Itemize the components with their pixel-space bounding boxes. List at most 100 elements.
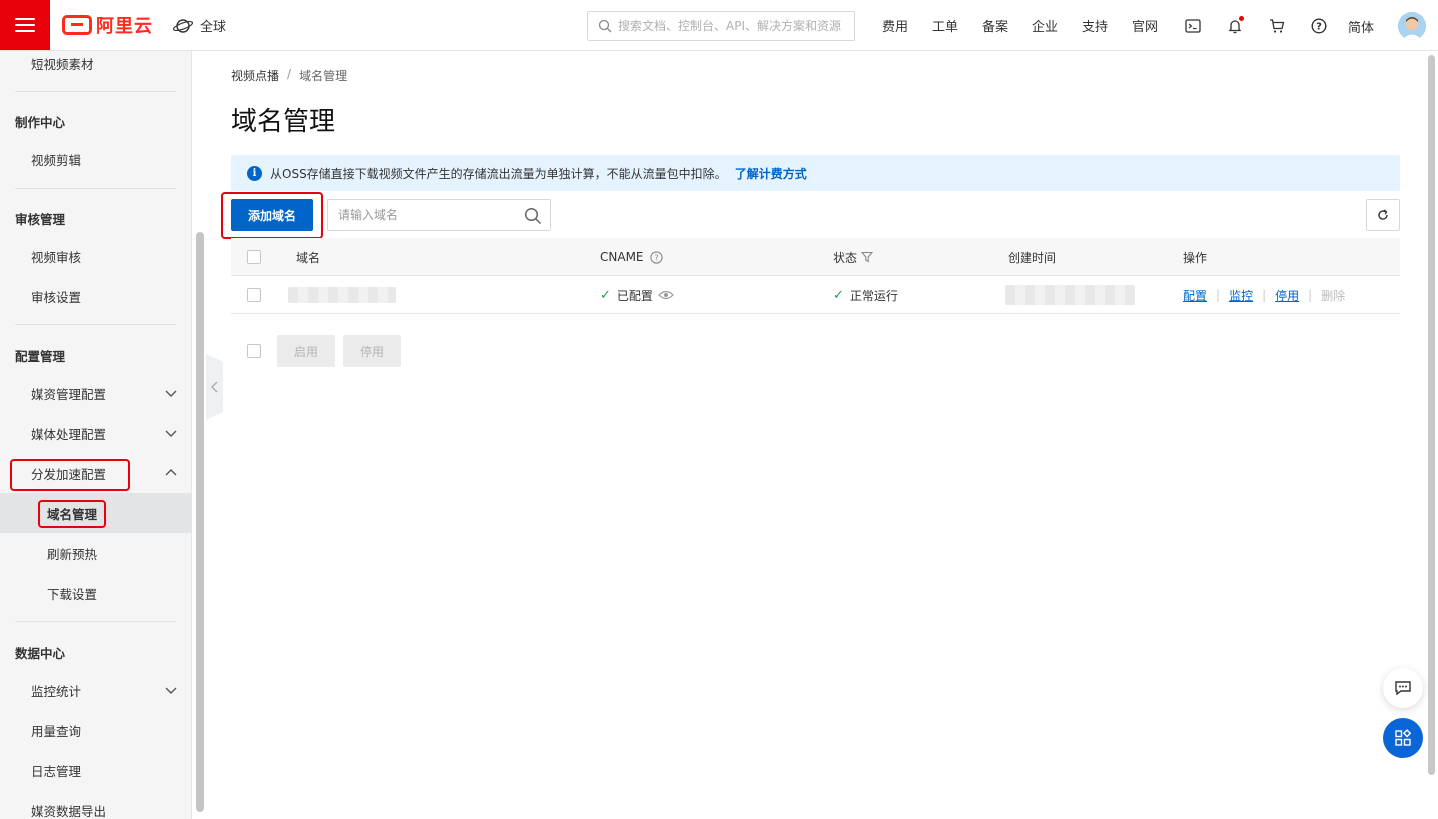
- refresh-button[interactable]: [1366, 199, 1400, 231]
- header-domain: 域名: [296, 250, 321, 265]
- sidebar-group-produce: 制作中心: [15, 115, 66, 130]
- global-search-input[interactable]: [618, 19, 848, 33]
- help-icon[interactable]: ?: [1298, 17, 1340, 34]
- sidebar-item-label: 分发加速配置: [31, 466, 107, 482]
- search-icon: [598, 19, 612, 33]
- header-cname: CNAME ?: [600, 238, 663, 276]
- header-cname-label: CNAME: [600, 250, 644, 264]
- chevron-down-icon: [165, 430, 177, 437]
- region-selector[interactable]: 全球: [172, 16, 226, 35]
- domain-search[interactable]: [327, 199, 551, 231]
- sidebar: 短视频素材 制作中心 视频剪辑 审核管理 视频审核 审核设置 配置管理 媒资管理…: [0, 51, 192, 819]
- sidebar-item-media-config[interactable]: 媒资管理配置: [0, 373, 191, 413]
- svg-text:?: ?: [1316, 21, 1322, 32]
- sidebar-item-label: 媒体处理配置: [31, 426, 107, 442]
- cart-icon[interactable]: [1256, 18, 1298, 34]
- eye-icon[interactable]: [658, 289, 674, 301]
- select-all-cell: [247, 238, 261, 276]
- nav-website[interactable]: 官网: [1120, 16, 1170, 35]
- global-search[interactable]: [587, 11, 855, 41]
- info-icon: i: [247, 165, 262, 181]
- sidebar-item-domain-mgmt[interactable]: 域名管理: [0, 493, 191, 533]
- billing-link[interactable]: 了解计费方式: [735, 165, 807, 182]
- config-link[interactable]: 配置: [1183, 287, 1207, 304]
- terminal-icon[interactable]: [1172, 18, 1214, 33]
- disable-link[interactable]: 停用: [1275, 287, 1299, 304]
- nav-icp[interactable]: 备案: [970, 16, 1020, 35]
- sidebar-scrollbar[interactable]: [196, 232, 204, 812]
- breadcrumb: 视频点播 / 域名管理: [231, 67, 347, 84]
- help-icon[interactable]: ?: [649, 250, 663, 264]
- sidebar-item-export[interactable]: 媒资数据导出: [0, 790, 191, 819]
- sidebar-item-label: 刷新预热: [47, 546, 98, 562]
- hamburger-menu-icon[interactable]: [0, 0, 50, 50]
- header-status: 状态: [833, 238, 874, 276]
- sidebar-item-refresh[interactable]: 刷新预热: [0, 533, 191, 573]
- header-actions: 操作: [1183, 250, 1208, 265]
- search-icon[interactable]: [524, 207, 542, 225]
- page-title: 域名管理: [231, 107, 336, 137]
- sidebar-item-label: 视频审核: [31, 249, 82, 265]
- domain-table: 域名 CNAME ? 状态 创建时间 操作 ✓ 已配置 ✓ 正常运行 配置 | …: [231, 238, 1400, 314]
- status-cell: ✓ 正常运行: [833, 276, 898, 314]
- sidebar-item-media-process[interactable]: 媒体处理配置: [0, 413, 191, 453]
- sidebar-divider: [15, 324, 176, 325]
- aliyun-logo[interactable]: 阿里云: [62, 14, 153, 37]
- nav-tickets[interactable]: 工单: [920, 16, 970, 35]
- monitor-link[interactable]: 监控: [1229, 287, 1253, 304]
- sidebar-item-label: 用量查询: [31, 723, 82, 739]
- sidebar-collapse-handle[interactable]: [206, 354, 223, 420]
- globe-icon: [172, 18, 194, 33]
- delete-link: 删除: [1321, 288, 1346, 303]
- sidebar-item-short-video[interactable]: 短视频素材: [0, 51, 191, 83]
- breadcrumb-current: 域名管理: [299, 69, 348, 83]
- sidebar-item-label: 媒资管理配置: [31, 386, 107, 402]
- top-nav: 费用 工单 备案 企业 支持 官网: [870, 0, 1170, 51]
- row-checkbox[interactable]: [247, 288, 261, 302]
- created-cell: [1005, 276, 1135, 314]
- sidebar-divider: [15, 91, 176, 92]
- bell-icon[interactable]: [1214, 15, 1256, 34]
- table-header: 域名 CNAME ? 状态 创建时间 操作: [231, 238, 1400, 276]
- sidebar-item-label: 日志管理: [31, 763, 82, 779]
- avatar[interactable]: [1398, 12, 1426, 40]
- sidebar-group-audit: 审核管理: [15, 212, 66, 227]
- domain-search-input[interactable]: [338, 208, 518, 222]
- sidebar-item-download[interactable]: 下载设置: [0, 573, 191, 613]
- sidebar-item-audit-settings[interactable]: 审核设置: [0, 276, 191, 316]
- sidebar-item-label: 视频剪辑: [31, 152, 82, 168]
- sidebar-item-label: 域名管理: [47, 506, 98, 522]
- sidebar-group-config: 配置管理: [15, 349, 66, 364]
- chevron-left-icon: [210, 381, 217, 393]
- filter-icon[interactable]: [861, 251, 874, 263]
- sidebar-item-usage[interactable]: 用量查询: [0, 710, 191, 750]
- sidebar-group-data: 数据中心: [15, 646, 66, 661]
- page-scrollbar[interactable]: [1428, 55, 1435, 775]
- select-all-checkbox[interactable]: [247, 250, 261, 264]
- apps-button[interactable]: [1383, 718, 1423, 758]
- breadcrumb-root[interactable]: 视频点播: [231, 67, 279, 84]
- action-separator: |: [1262, 288, 1267, 302]
- nav-enterprise[interactable]: 企业: [1020, 16, 1070, 35]
- sidebar-item-monitor[interactable]: 监控统计: [0, 670, 191, 710]
- chevron-down-icon: [165, 687, 177, 694]
- language-switch[interactable]: 简体: [1348, 17, 1374, 36]
- action-separator: |: [1216, 288, 1221, 302]
- sidebar-item-label: 监控统计: [31, 683, 82, 699]
- chevron-down-icon: [165, 390, 177, 397]
- notice-text: 从OSS存储直接下载视频文件产生的存储流出流量为单独计算，不能从流量包中扣除。: [270, 166, 727, 181]
- domain-cell: [288, 276, 396, 314]
- nav-support[interactable]: 支持: [1070, 16, 1120, 35]
- sidebar-item-video-audit[interactable]: 视频审核: [0, 236, 191, 276]
- sidebar-item-cdn-config[interactable]: 分发加速配置: [0, 453, 191, 493]
- sidebar-item-logs[interactable]: 日志管理: [0, 750, 191, 790]
- table-row: ✓ 已配置 ✓ 正常运行 配置 | 监控 | 停用 | 删除: [231, 276, 1400, 314]
- chat-button[interactable]: [1383, 668, 1423, 708]
- logo-text: 阿里云: [96, 16, 153, 37]
- batch-select-checkbox[interactable]: [247, 344, 261, 358]
- check-icon: ✓: [833, 287, 844, 303]
- sidebar-item-video-edit[interactable]: 视频剪辑: [0, 139, 191, 179]
- add-domain-button[interactable]: 添加域名: [231, 199, 313, 231]
- nav-billing[interactable]: 费用: [870, 16, 920, 35]
- chevron-up-icon: [165, 469, 177, 476]
